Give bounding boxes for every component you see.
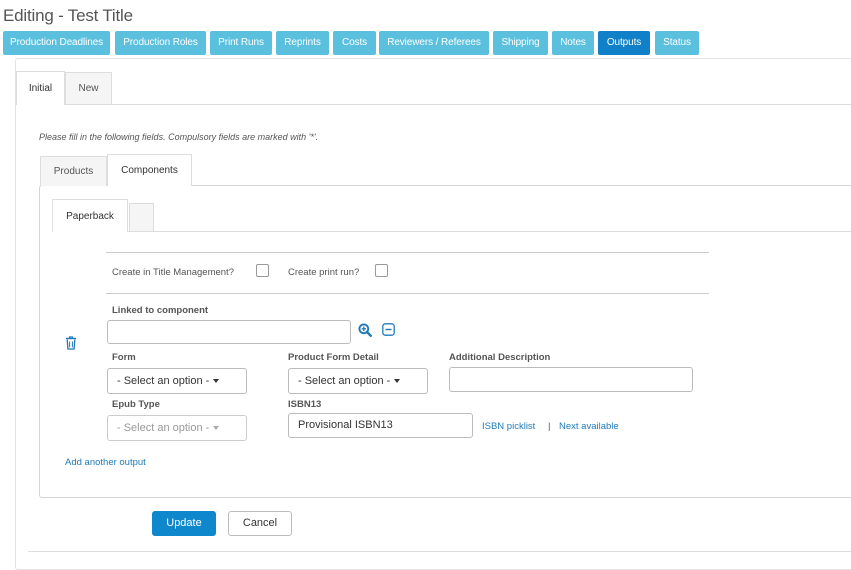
- product-form-detail-label: Product Form Detail: [288, 352, 379, 363]
- nav-shipping[interactable]: Shipping: [493, 31, 548, 55]
- caret-down-icon: [213, 379, 220, 384]
- additional-description-label: Additional Description: [449, 352, 551, 363]
- page-title: Editing - Test Title: [3, 6, 133, 25]
- add-another-output-link[interactable]: Add another output: [65, 457, 146, 468]
- update-button[interactable]: Update: [152, 511, 216, 536]
- minus-square-icon[interactable]: [382, 323, 395, 336]
- component-tabs-divider: [52, 231, 851, 232]
- tab-components[interactable]: Components: [107, 154, 192, 186]
- options-bottom-divider: [106, 293, 709, 294]
- linked-component-label: Linked to component: [112, 305, 209, 316]
- caret-down-icon: [394, 379, 401, 384]
- footer-divider: [28, 551, 851, 552]
- cancel-button[interactable]: Cancel: [228, 511, 292, 536]
- nav-reviewers-referees[interactable]: Reviewers / Referees: [379, 31, 489, 55]
- create-in-title-management-label: Create in Title Management?: [112, 267, 234, 278]
- nav-production-deadlines[interactable]: Production Deadlines: [3, 31, 110, 55]
- epub-type-select-value: - Select an option -: [117, 422, 210, 434]
- caret-down-icon: [213, 426, 220, 431]
- tab-paperback[interactable]: Paperback: [52, 199, 128, 232]
- nav-status[interactable]: Status: [655, 31, 699, 55]
- linked-component-input[interactable]: [107, 320, 351, 344]
- zoom-search-icon[interactable]: [358, 323, 373, 338]
- form-select-value: - Select an option -: [117, 375, 210, 387]
- nav-print-runs[interactable]: Print Runs: [210, 31, 272, 55]
- next-available-link[interactable]: Next available: [559, 421, 619, 432]
- isbn-picklist-link[interactable]: ISBN picklist: [482, 421, 535, 432]
- trash-icon[interactable]: [65, 336, 77, 350]
- nav-costs[interactable]: Costs: [333, 31, 376, 55]
- isbn13-input[interactable]: Provisional ISBN13: [288, 413, 473, 438]
- tab-initial[interactable]: Initial: [16, 71, 65, 105]
- options-top-divider: [106, 252, 709, 253]
- additional-description-input[interactable]: [449, 367, 693, 392]
- epub-type-select[interactable]: - Select an option -: [107, 415, 247, 441]
- nav-notes[interactable]: Notes: [552, 31, 594, 55]
- main-tabs-divider: [16, 104, 851, 105]
- product-form-detail-select[interactable]: - Select an option -: [288, 368, 428, 394]
- epub-type-label: Epub Type: [112, 399, 160, 410]
- nav-outputs[interactable]: Outputs: [598, 31, 650, 55]
- nav-production-roles[interactable]: Production Roles: [115, 31, 206, 55]
- tab-new[interactable]: New: [65, 72, 112, 104]
- create-in-title-management-checkbox[interactable]: [256, 264, 269, 277]
- form-select[interactable]: - Select an option -: [107, 368, 247, 394]
- create-print-run-checkbox[interactable]: [375, 264, 388, 277]
- product-form-detail-select-value: - Select an option -: [298, 375, 391, 387]
- isbn13-label: ISBN13: [288, 399, 322, 410]
- link-separator: |: [548, 421, 551, 432]
- tab-unnamed-component[interactable]: [129, 203, 154, 231]
- form-label: Form: [112, 352, 136, 363]
- create-print-run-label: Create print run?: [288, 267, 360, 278]
- nav-reprints[interactable]: Reprints: [276, 31, 329, 55]
- tab-products[interactable]: Products: [40, 156, 107, 186]
- form-instructions: Please fill in the following fields. Com…: [39, 132, 319, 142]
